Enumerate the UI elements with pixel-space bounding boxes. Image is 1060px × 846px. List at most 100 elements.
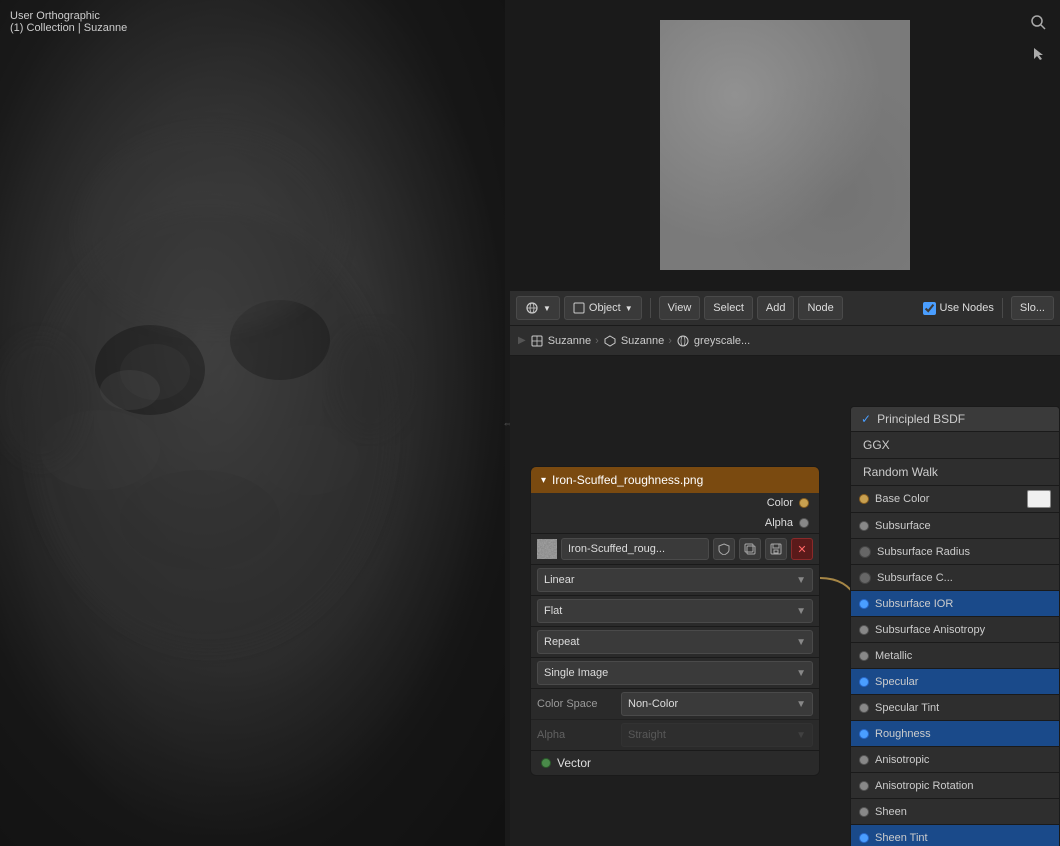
bsdf-base-color-socket[interactable] bbox=[859, 494, 869, 504]
bsdf-dropdown-panel: ✓ Principled BSDF GGX Random Walk Base C… bbox=[850, 406, 1060, 846]
node-btn[interactable]: Node bbox=[798, 296, 842, 320]
interpolation-dropdown[interactable]: Linear ▼ bbox=[537, 568, 813, 592]
breadcrumb-arrow: ▶ bbox=[518, 335, 526, 346]
texture-node-header: ▾ Iron-Scuffed_roughness.png bbox=[531, 467, 819, 493]
slot-label: Slo... bbox=[1020, 302, 1045, 314]
bsdf-subsurface-ior-row: Subsurface IOR bbox=[851, 591, 1059, 617]
zoom-icon[interactable] bbox=[1026, 10, 1050, 34]
projection-value: Flat bbox=[544, 605, 562, 617]
bsdf-base-color-label: Base Color bbox=[875, 493, 1021, 505]
node-editor-area: ▾ Iron-Scuffed_roughness.png Color Alpha bbox=[510, 356, 1060, 846]
source-dropdown[interactable]: Single Image ▼ bbox=[537, 661, 813, 685]
bsdf-specular-label: Specular bbox=[875, 676, 1051, 688]
bsdf-random-walk-label: Random Walk bbox=[863, 465, 938, 479]
bsdf-header[interactable]: ✓ Principled BSDF bbox=[851, 407, 1059, 432]
bsdf-specular-tint-socket[interactable] bbox=[859, 703, 869, 713]
alpha-dropdown[interactable]: Straight ▼ bbox=[621, 723, 813, 747]
bsdf-anisotropic-row: Anisotropic bbox=[851, 747, 1059, 773]
save-image-btn[interactable] bbox=[765, 538, 787, 560]
bsdf-anisotropic-rotation-row: Anisotropic Rotation bbox=[851, 773, 1059, 799]
view-label: View bbox=[668, 302, 692, 314]
bsdf-sheen-tint-socket[interactable] bbox=[859, 833, 869, 843]
texture-color-socket[interactable] bbox=[799, 498, 809, 508]
toolbar-sep-2 bbox=[1002, 298, 1003, 318]
texture-node-collapse-icon[interactable]: ▾ bbox=[541, 475, 546, 486]
bsdf-specular-row: Specular bbox=[851, 669, 1059, 695]
node-label: Node bbox=[807, 302, 833, 314]
breadcrumb-sep-1: › bbox=[595, 335, 599, 347]
projection-arrow: ▼ bbox=[796, 606, 806, 617]
object-dropdown-btn[interactable]: Object ▼ bbox=[564, 296, 642, 320]
bsdf-specular-tint-label: Specular Tint bbox=[875, 702, 1051, 714]
toolbar-sep-1 bbox=[650, 298, 651, 318]
toolbar: ▼ Object ▼ View Select Add Node Use Node… bbox=[510, 290, 1060, 326]
bsdf-subsurface-color-label: Subsurface C... bbox=[877, 572, 1051, 584]
image-thumb bbox=[537, 539, 557, 559]
extension-dropdown[interactable]: Repeat ▼ bbox=[537, 630, 813, 654]
viewport-collection: (1) Collection | Suzanne bbox=[10, 22, 127, 34]
bsdf-metallic-label: Metallic bbox=[875, 650, 1051, 662]
bsdf-subsurface-label: Subsurface bbox=[875, 520, 1051, 532]
bsdf-subsurface-ior-socket[interactable] bbox=[859, 599, 869, 609]
source-row: Single Image ▼ bbox=[531, 657, 819, 688]
mesh-icon bbox=[530, 334, 544, 348]
texture-color-output: Color bbox=[531, 493, 819, 513]
bsdf-anisotropic-rotation-label: Anisotropic Rotation bbox=[875, 780, 1051, 792]
render-icon-btn[interactable]: ▼ bbox=[516, 296, 560, 320]
bsdf-anisotropic-label: Anisotropic bbox=[875, 754, 1051, 766]
texture-alpha-label: Alpha bbox=[765, 517, 793, 529]
bsdf-subsurface-row: Subsurface bbox=[851, 513, 1059, 539]
color-space-dropdown[interactable]: Non-Color ▼ bbox=[621, 692, 813, 716]
select-btn[interactable]: Select bbox=[704, 296, 753, 320]
bsdf-subsurface-radius-socket[interactable] bbox=[859, 546, 871, 558]
bsdf-check-icon: ✓ bbox=[861, 412, 871, 426]
bsdf-base-color-row: Base Color bbox=[851, 486, 1059, 513]
projection-row: Flat ▼ bbox=[531, 595, 819, 626]
bsdf-sheen-tint-label: Sheen Tint bbox=[875, 832, 1051, 844]
breadcrumb-label-2: Suzanne bbox=[621, 335, 664, 347]
image-name-btn[interactable]: Iron-Scuffed_roug... bbox=[561, 538, 709, 560]
bsdf-base-color-swatch[interactable] bbox=[1027, 490, 1051, 508]
projection-dropdown[interactable]: Flat ▼ bbox=[537, 599, 813, 623]
extension-value: Repeat bbox=[544, 636, 579, 648]
bsdf-subsurface-color-socket[interactable] bbox=[859, 572, 871, 584]
use-nodes-checkbox[interactable] bbox=[923, 302, 936, 315]
bsdf-option-random-walk[interactable]: Random Walk bbox=[851, 459, 1059, 486]
breadcrumb-item-1[interactable]: Suzanne bbox=[530, 334, 591, 348]
select-label: Select bbox=[713, 302, 744, 314]
add-btn[interactable]: Add bbox=[757, 296, 795, 320]
bsdf-sheen-label: Sheen bbox=[875, 806, 1051, 818]
bsdf-specular-socket[interactable] bbox=[859, 677, 869, 687]
view-btn[interactable]: View bbox=[659, 296, 701, 320]
bsdf-anisotropic-socket[interactable] bbox=[859, 755, 869, 765]
top-right-icons-group bbox=[1026, 10, 1050, 66]
object-label: Object bbox=[589, 302, 621, 314]
slot-btn[interactable]: Slo... bbox=[1011, 296, 1054, 320]
bsdf-subsurface-color-row: Subsurface C... bbox=[851, 565, 1059, 591]
bsdf-roughness-label: Roughness bbox=[875, 728, 1051, 740]
breadcrumb-label-1: Suzanne bbox=[548, 335, 591, 347]
bsdf-roughness-socket[interactable] bbox=[859, 729, 869, 739]
viewport-panel: User Orthographic (1) Collection | Suzan… bbox=[0, 0, 510, 846]
breadcrumb-item-2[interactable]: Suzanne bbox=[603, 334, 664, 348]
texture-alpha-socket[interactable] bbox=[799, 518, 809, 528]
bsdf-subsurface-radius-row: Subsurface Radius bbox=[851, 539, 1059, 565]
bsdf-metallic-socket[interactable] bbox=[859, 651, 869, 661]
bsdf-title: Principled BSDF bbox=[877, 412, 965, 426]
bsdf-anisotropic-rotation-socket[interactable] bbox=[859, 781, 869, 791]
bsdf-subsurface-anisotropy-socket[interactable] bbox=[859, 625, 869, 635]
remove-image-btn[interactable]: ✕ bbox=[791, 538, 813, 560]
bsdf-subsurface-anisotropy-row: Subsurface Anisotropy bbox=[851, 617, 1059, 643]
image-selector-row: Iron-Scuffed_roug... bbox=[531, 533, 819, 564]
shield-btn[interactable] bbox=[713, 538, 735, 560]
bsdf-subsurface-socket[interactable] bbox=[859, 521, 869, 531]
cursor-icon[interactable] bbox=[1026, 42, 1050, 66]
vector-input-socket[interactable] bbox=[541, 758, 551, 768]
preview-image bbox=[660, 20, 910, 270]
material-icon bbox=[676, 334, 690, 348]
breadcrumb-item-3[interactable]: greyscale... bbox=[676, 334, 750, 348]
copy-btn[interactable] bbox=[739, 538, 761, 560]
add-label: Add bbox=[766, 302, 786, 314]
bsdf-option-ggx[interactable]: GGX bbox=[851, 432, 1059, 459]
bsdf-sheen-socket[interactable] bbox=[859, 807, 869, 817]
